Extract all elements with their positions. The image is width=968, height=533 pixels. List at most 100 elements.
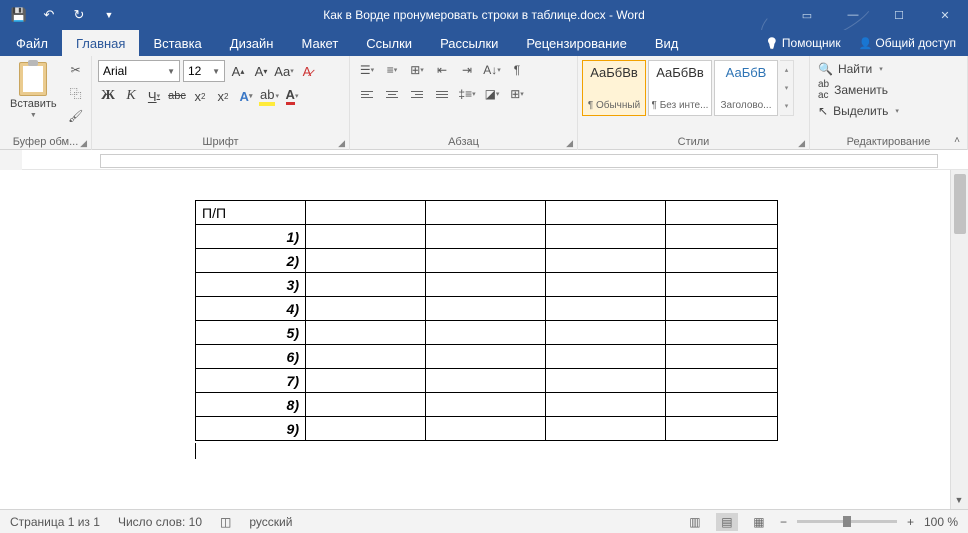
font-dialog-icon[interactable]: ◢ — [338, 138, 345, 149]
table-row[interactable]: 4) — [196, 297, 778, 321]
tab-references[interactable]: Ссылки — [352, 30, 426, 56]
table-row[interactable]: 5) — [196, 321, 778, 345]
undo-icon[interactable]: ↶ — [36, 2, 62, 28]
table-cell[interactable] — [426, 393, 546, 417]
print-layout-icon[interactable]: ▤ — [716, 513, 738, 531]
table-cell[interactable] — [666, 393, 778, 417]
table-cell[interactable] — [306, 369, 426, 393]
table-cell[interactable] — [666, 321, 778, 345]
zoom-slider[interactable] — [797, 520, 897, 523]
copy-icon[interactable]: ⿻ — [65, 83, 87, 103]
tab-layout[interactable]: Макет — [287, 30, 352, 56]
table-cell[interactable] — [666, 201, 778, 225]
vertical-scrollbar[interactable]: ▼ — [950, 170, 968, 509]
table-cell[interactable] — [666, 417, 778, 441]
redo-icon[interactable]: ↻ — [66, 2, 92, 28]
table-cell[interactable] — [546, 297, 666, 321]
clipboard-dialog-icon[interactable]: ◢ — [80, 138, 87, 149]
language-indicator[interactable]: русский — [249, 515, 292, 529]
style-heading1[interactable]: АаБбВ Заголово... — [714, 60, 778, 116]
font-size-combo[interactable]: 12▼ — [183, 60, 225, 82]
tab-view[interactable]: Вид — [641, 30, 693, 56]
table-cell[interactable] — [306, 249, 426, 273]
table-cell[interactable] — [546, 273, 666, 297]
table-cell[interactable] — [546, 225, 666, 249]
table-cell[interactable] — [306, 321, 426, 345]
table-cell[interactable] — [426, 321, 546, 345]
paste-button[interactable]: Вставить ▼ — [6, 60, 61, 121]
table-cell[interactable] — [666, 249, 778, 273]
ruler[interactable] — [0, 150, 968, 170]
table-cell[interactable]: 4) — [196, 297, 306, 321]
proofing-icon[interactable]: ◫ — [220, 515, 231, 529]
web-layout-icon[interactable]: ▦ — [748, 513, 770, 531]
table-cell[interactable] — [666, 345, 778, 369]
table-cell[interactable]: П/П — [196, 201, 306, 225]
find-button[interactable]: 🔍Найти▾ — [818, 62, 883, 76]
table-cell[interactable] — [546, 321, 666, 345]
table-cell[interactable] — [306, 297, 426, 321]
borders-icon[interactable]: ⊞ — [506, 84, 528, 104]
table-cell[interactable] — [666, 273, 778, 297]
highlight-icon[interactable]: ab — [259, 86, 279, 106]
document-area[interactable]: П/П1)2)3)4)5)6)7)8)9) ▼ — [0, 170, 968, 509]
page[interactable]: П/П1)2)3)4)5)6)7)8)9) — [100, 170, 900, 459]
save-icon[interactable]: 💾 — [6, 2, 32, 28]
underline-button[interactable]: Ч — [144, 86, 164, 106]
style-no-spacing[interactable]: АаБбВв ¶ Без инте... — [648, 60, 712, 116]
zoom-level[interactable]: 100 % — [924, 515, 958, 529]
styles-more-icon[interactable]: ▴▾▾ — [780, 60, 794, 116]
page-indicator[interactable]: Страница 1 из 1 — [10, 515, 100, 529]
tab-file[interactable]: Файл — [2, 30, 62, 56]
table-cell[interactable] — [546, 417, 666, 441]
table-cell[interactable] — [426, 225, 546, 249]
table-cell[interactable] — [666, 369, 778, 393]
table-cell[interactable] — [306, 417, 426, 441]
subscript-button[interactable]: x2 — [190, 86, 210, 106]
font-color-icon[interactable]: A — [282, 86, 302, 106]
scroll-thumb[interactable] — [954, 174, 966, 234]
table-cell[interactable]: 3) — [196, 273, 306, 297]
table-cell[interactable] — [426, 369, 546, 393]
sort-icon[interactable]: A↓ — [481, 60, 503, 80]
paragraph-dialog-icon[interactable]: ◢ — [566, 138, 573, 149]
tell-me[interactable]: Помощник — [765, 36, 840, 50]
table-cell[interactable] — [546, 369, 666, 393]
tab-design[interactable]: Дизайн — [216, 30, 288, 56]
justify-icon[interactable] — [431, 84, 453, 104]
table-cell[interactable]: 9) — [196, 417, 306, 441]
read-mode-icon[interactable]: ▥ — [684, 513, 706, 531]
table-cell[interactable] — [546, 249, 666, 273]
grow-font-icon[interactable]: A▴ — [228, 61, 248, 81]
table-cell[interactable]: 1) — [196, 225, 306, 249]
show-marks-icon[interactable]: ¶ — [506, 60, 528, 80]
table-row[interactable]: 3) — [196, 273, 778, 297]
line-spacing-icon[interactable]: ‡≡ — [456, 84, 478, 104]
shrink-font-icon[interactable]: A▾ — [251, 61, 271, 81]
tab-home[interactable]: Главная — [62, 30, 139, 56]
collapse-ribbon-icon[interactable]: ˄ — [948, 133, 966, 147]
table-cell[interactable] — [426, 345, 546, 369]
table-cell[interactable]: 8) — [196, 393, 306, 417]
zoom-in-icon[interactable]: + — [907, 515, 914, 529]
share-button[interactable]: Общий доступ — [859, 36, 956, 50]
maximize-icon[interactable]: ☐ — [876, 0, 922, 30]
tab-mailings[interactable]: Рассылки — [426, 30, 512, 56]
tab-insert[interactable]: Вставка — [139, 30, 215, 56]
numbering-icon[interactable]: ≡ — [381, 60, 403, 80]
font-name-combo[interactable]: Arial▼ — [98, 60, 180, 82]
table-cell[interactable] — [306, 345, 426, 369]
replace-button[interactable]: abacЗаменить — [818, 79, 888, 101]
document-table[interactable]: П/П1)2)3)4)5)6)7)8)9) — [195, 200, 778, 441]
table-cell[interactable] — [306, 273, 426, 297]
table-row[interactable]: 6) — [196, 345, 778, 369]
table-cell[interactable] — [306, 201, 426, 225]
table-cell[interactable] — [426, 417, 546, 441]
table-cell[interactable] — [426, 249, 546, 273]
table-cell[interactable] — [546, 201, 666, 225]
text-effects-icon[interactable]: A — [236, 86, 256, 106]
multilevel-list-icon[interactable]: ⊞ — [406, 60, 428, 80]
change-case-icon[interactable]: Aa — [274, 61, 294, 81]
table-cell[interactable] — [666, 297, 778, 321]
tab-review[interactable]: Рецензирование — [512, 30, 640, 56]
